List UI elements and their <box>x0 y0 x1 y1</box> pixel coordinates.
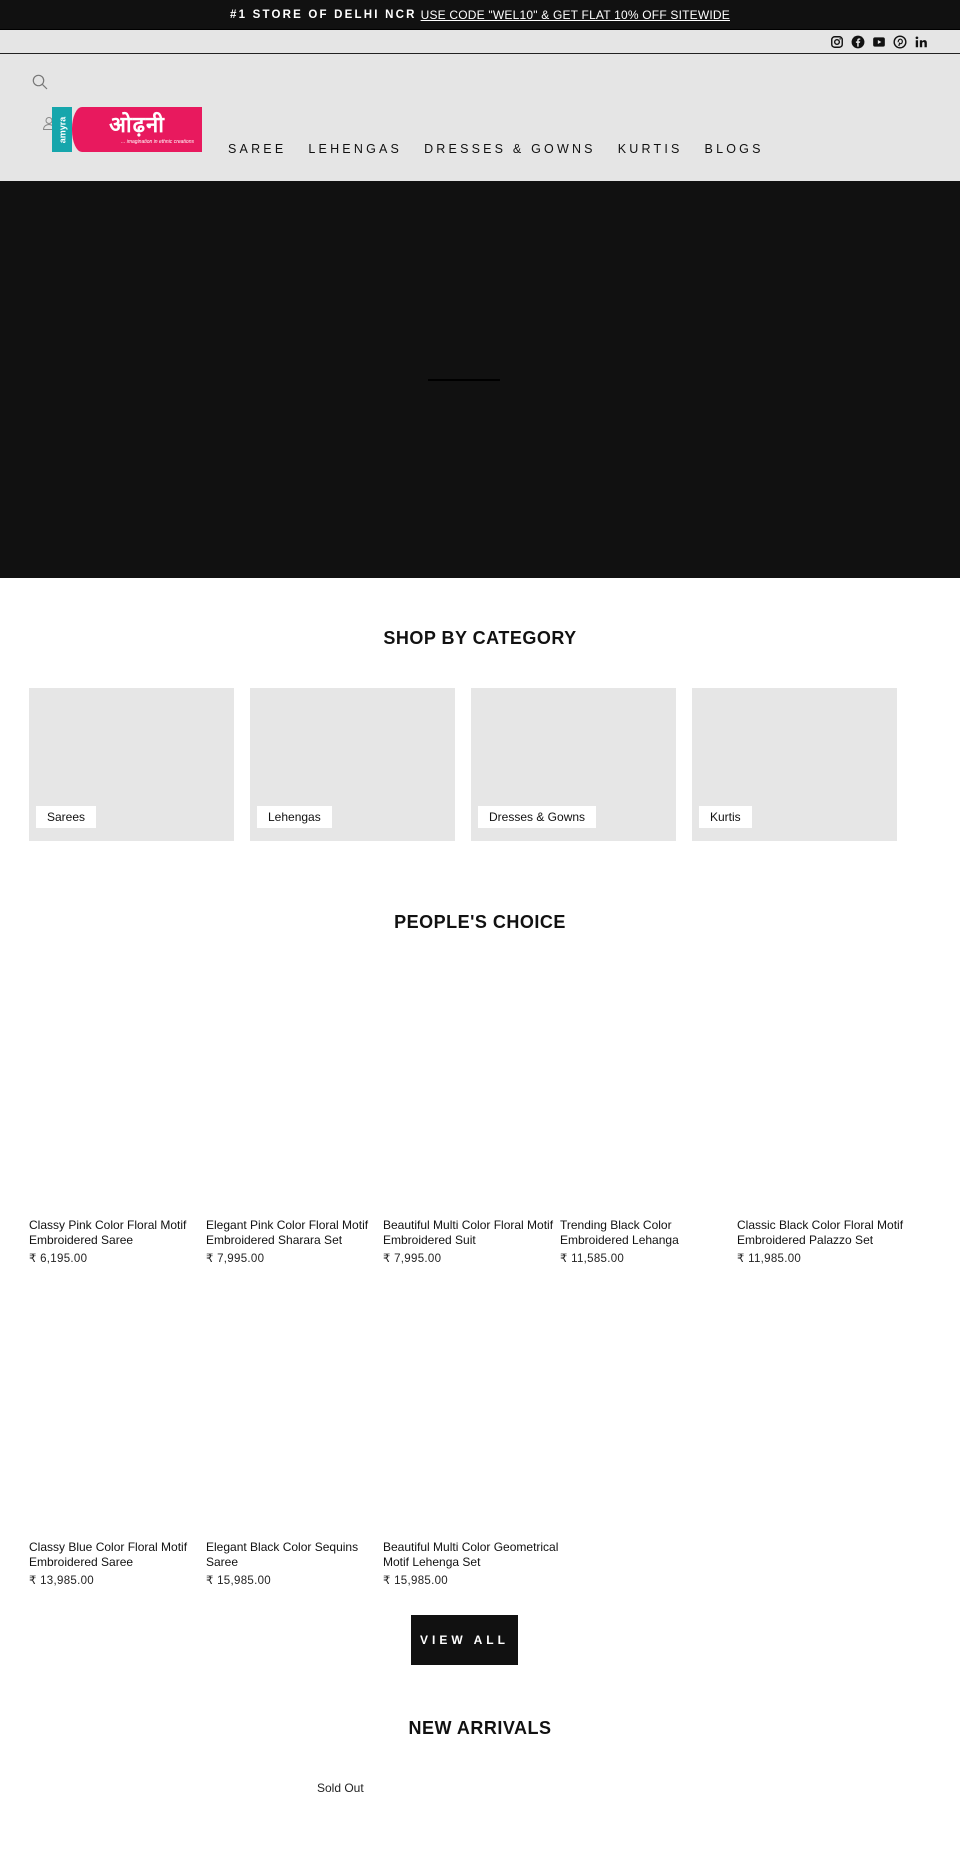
peoples-choice-title: PEOPLE'S CHOICE <box>394 912 566 932</box>
facebook-icon[interactable] <box>851 35 865 49</box>
product-price: ₹ 13,985.00 <box>29 1575 94 1587</box>
product-name: Trending Black Color Embroidered Lehanga <box>560 1218 679 1247</box>
category-label: Dresses & Gowns <box>478 806 597 828</box>
product-name: Elegant Black Color Sequins Saree <box>206 1540 359 1569</box>
category-card-kurtis[interactable]: Kurtis <box>692 688 897 841</box>
hero-loading-bar <box>428 379 500 381</box>
product-card[interactable]: Classy Pink Color Floral Motif Embroider… <box>29 1218 206 1265</box>
nav-item-saree[interactable]: SAREE <box>228 142 286 156</box>
product-card[interactable]: Elegant Black Color Sequins Saree ₹ 15,9… <box>206 1540 383 1587</box>
product-row: Classy Blue Color Floral Motif Embroider… <box>29 1540 949 1587</box>
instagram-icon[interactable] <box>830 35 844 49</box>
social-bar <box>0 30 960 54</box>
pinterest-icon[interactable] <box>893 34 907 49</box>
logo-brand-text: ओढ़नी <box>109 112 165 138</box>
product-price: ₹ 6,195.00 <box>29 1253 88 1265</box>
logo-side-panel: amyra <box>52 107 72 152</box>
announcement-bar: #1 STORE OF DELHI NCR USE CODE "WEL10" &… <box>0 0 960 30</box>
product-price: ₹ 15,985.00 <box>383 1575 448 1587</box>
product-name: Classy Blue Color Floral Motif Embroider… <box>29 1540 188 1569</box>
logo-tagline: ... imagination in ethnic creations <box>121 139 194 145</box>
view-all-button[interactable]: VIEW ALL <box>411 1615 518 1665</box>
category-card-dresses-gowns[interactable]: Dresses & Gowns <box>471 688 676 841</box>
main-nav: SAREE LEHENGAS DRESSES & GOWNS KURTIS BL… <box>228 142 786 156</box>
hero-banner[interactable] <box>0 181 960 578</box>
category-label: Lehengas <box>257 806 332 828</box>
category-grid: Sarees Lehengas Dresses & Gowns Kurtis <box>29 688 897 841</box>
product-card[interactable]: Elegant Pink Color Floral Motif Embroide… <box>206 1218 383 1265</box>
site-logo[interactable]: amyra ओढ़नी ... imagination in ethnic cr… <box>52 107 202 152</box>
linkedin-icon[interactable] <box>914 35 928 49</box>
product-price: ₹ 7,995.00 <box>206 1253 265 1265</box>
product-name: Beautiful Multi Color Geometrical Motif … <box>383 1540 559 1569</box>
youtube-icon[interactable] <box>872 35 886 49</box>
logo-side-text: amyra <box>57 116 67 143</box>
announcement-link[interactable]: USE CODE "WEL10" & GET FLAT 10% OFF SITE… <box>421 8 730 22</box>
category-label: Sarees <box>36 806 97 828</box>
product-name: Classy Pink Color Floral Motif Embroider… <box>29 1218 187 1247</box>
nav-item-lehengas[interactable]: LEHENGAS <box>308 142 402 156</box>
announcement-text: #1 STORE OF DELHI NCR <box>230 8 417 21</box>
product-card[interactable]: Beautiful Multi Color Geometrical Motif … <box>383 1540 560 1587</box>
product-card[interactable]: Classy Blue Color Floral Motif Embroider… <box>29 1540 206 1587</box>
nav-item-dresses-gowns[interactable]: DRESSES & GOWNS <box>424 142 596 156</box>
category-label: Kurtis <box>699 806 752 828</box>
product-price: ₹ 11,585.00 <box>560 1253 625 1265</box>
logo-main-panel: ओढ़नी ... imagination in ethnic creation… <box>72 107 202 152</box>
nav-item-kurtis[interactable]: KURTIS <box>618 142 683 156</box>
product-name: Elegant Pink Color Floral Motif Embroide… <box>206 1218 369 1247</box>
sold-out-badge: Sold Out <box>317 1781 364 1795</box>
product-card[interactable]: Beautiful Multi Color Floral Motif Embro… <box>383 1218 560 1265</box>
category-card-lehengas[interactable]: Lehengas <box>250 688 455 841</box>
nav-item-blogs[interactable]: BLOGS <box>705 142 764 156</box>
product-card[interactable]: Classic Black Color Floral Motif Embroid… <box>737 1218 914 1265</box>
product-name: Classic Black Color Floral Motif Embroid… <box>737 1218 904 1247</box>
new-arrivals-title: NEW ARRIVALS <box>408 1718 552 1738</box>
product-price: ₹ 15,985.00 <box>206 1575 271 1587</box>
product-name: Beautiful Multi Color Floral Motif Embro… <box>383 1218 554 1247</box>
product-row: Classy Pink Color Floral Motif Embroider… <box>29 1218 949 1265</box>
search-icon[interactable] <box>32 74 48 90</box>
product-price: ₹ 7,995.00 <box>383 1253 442 1265</box>
product-card[interactable]: Trending Black Color Embroidered Lehanga… <box>560 1218 737 1265</box>
category-card-sarees[interactable]: Sarees <box>29 688 234 841</box>
site-header: amyra ओढ़नी ... imagination in ethnic cr… <box>0 54 960 181</box>
shop-by-category-title: SHOP BY CATEGORY <box>383 628 577 648</box>
product-price: ₹ 11,985.00 <box>737 1253 802 1265</box>
